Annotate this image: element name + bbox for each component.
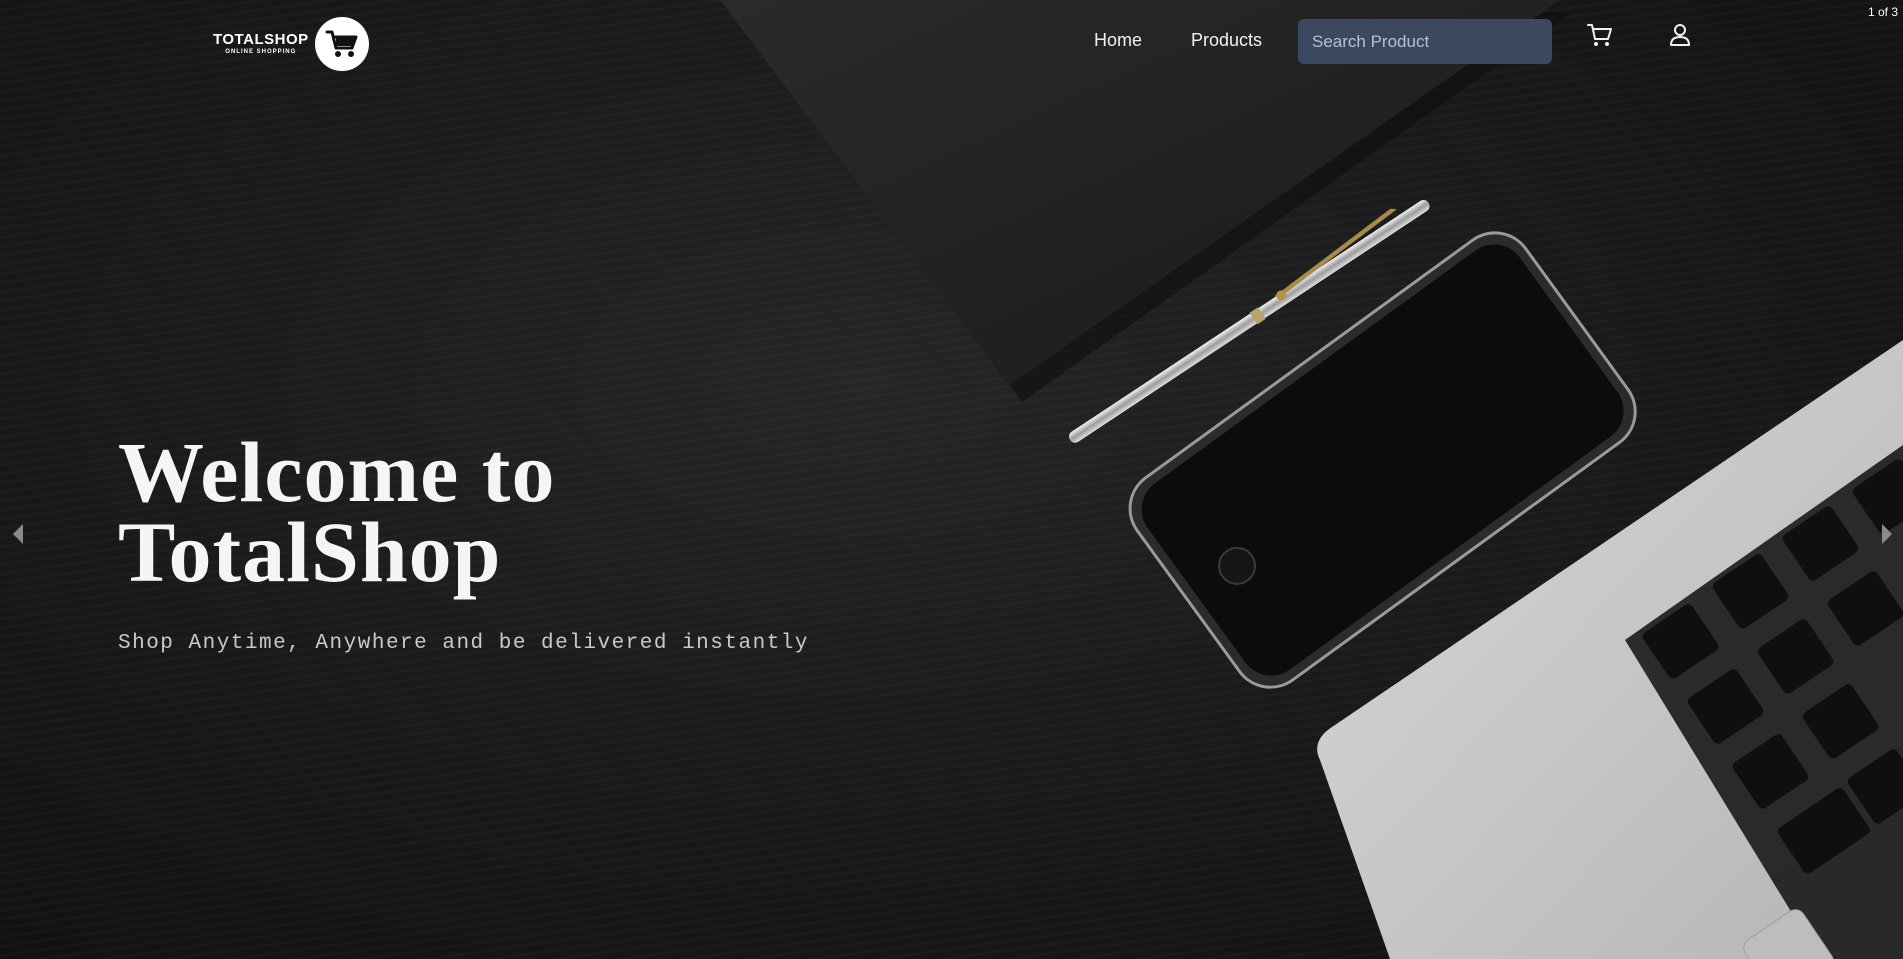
logo-text: TOTALSHOP ONLINE SHOPPING	[213, 32, 309, 56]
cart-icon[interactable]	[1586, 21, 1614, 49]
hero-section: 1 of 3 TOTALSHOP ONLINE SHOPPING Home Pr…	[0, 0, 1903, 959]
shopping-cart-icon	[314, 17, 369, 71]
chevron-left-icon[interactable]	[13, 524, 23, 544]
search-input[interactable]	[1298, 19, 1552, 64]
hero-subtitle: Shop Anytime, Anywhere and be delivered …	[118, 632, 810, 655]
logo-tagline: ONLINE SHOPPING	[225, 49, 297, 55]
site-logo[interactable]: TOTALSHOP ONLINE SHOPPING	[213, 17, 369, 71]
chevron-right-icon[interactable]	[1882, 524, 1892, 544]
slide-counter: 1 of 3	[1867, 5, 1898, 19]
hero-title: Welcome to TotalShop	[118, 429, 818, 595]
user-icon[interactable]	[1666, 21, 1694, 49]
hero-title-line2: TotalShop	[118, 504, 502, 600]
logo-name: TOTALSHOP	[213, 31, 309, 48]
nav-home-link[interactable]: Home	[1094, 30, 1142, 51]
nav-products-link[interactable]: Products	[1191, 30, 1262, 51]
